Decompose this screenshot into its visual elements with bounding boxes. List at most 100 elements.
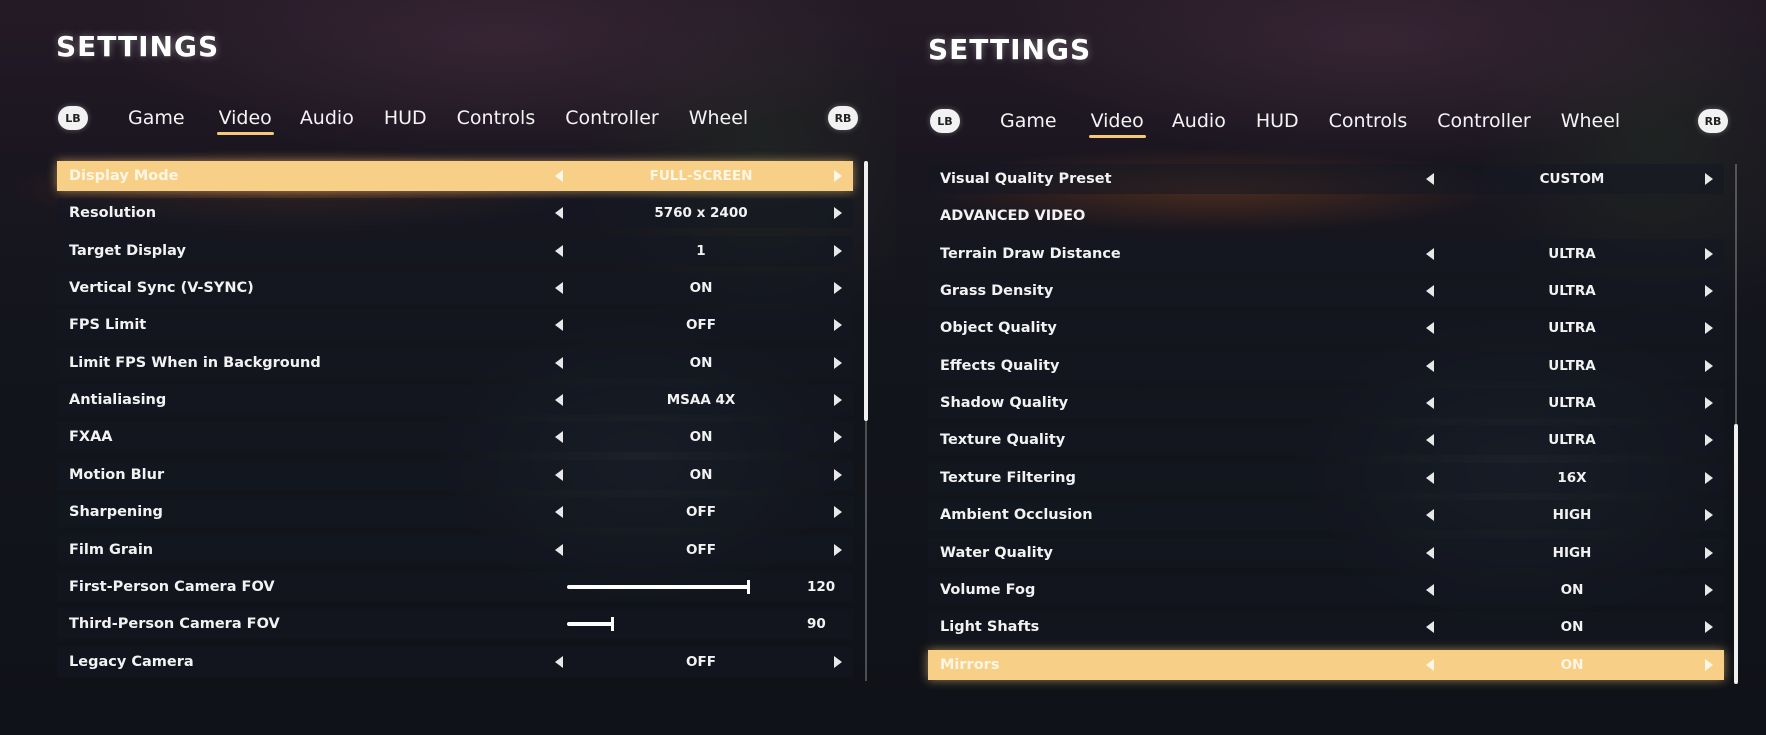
arrow-left-icon[interactable] [555,245,563,257]
scrollbar-thumb[interactable] [864,161,868,421]
arrow-left-icon[interactable] [1426,322,1434,334]
setting-row-texture-quality[interactable]: Texture Quality ULTRA [928,425,1724,455]
arrow-right-icon[interactable] [834,656,842,668]
tab-video[interactable]: Video [216,107,275,135]
arrow-right-icon[interactable] [834,282,842,294]
fov-slider-handle[interactable] [747,580,750,594]
arrow-left-icon[interactable] [1426,248,1434,260]
arrow-left-icon[interactable] [555,319,563,331]
setting-row-shadow-quality[interactable]: Shadow Quality ULTRA [928,388,1724,418]
arrow-left-icon[interactable] [555,357,563,369]
tab-hud[interactable]: HUD [1256,110,1299,132]
arrow-right-icon[interactable] [1705,584,1713,596]
arrow-right-icon[interactable] [1705,322,1713,334]
arrow-right-icon[interactable] [1705,547,1713,559]
tab-controller[interactable]: Controller [565,107,658,129]
setting-row-resolution[interactable]: Resolution 5760 x 2400 [57,198,853,228]
lb-bumper-icon[interactable]: LB [58,106,88,130]
arrow-left-icon[interactable] [1426,659,1434,671]
tab-controls[interactable]: Controls [457,107,536,129]
tab-controller[interactable]: Controller [1437,110,1530,132]
arrow-right-icon[interactable] [834,394,842,406]
arrow-left-icon[interactable] [1426,285,1434,297]
arrow-right-icon[interactable] [1705,472,1713,484]
fov-slider-track[interactable] [567,622,613,626]
tab-audio[interactable]: Audio [300,107,354,129]
arrow-right-icon[interactable] [1705,397,1713,409]
arrow-right-icon[interactable] [834,431,842,443]
arrow-left-icon[interactable] [1426,547,1434,559]
setting-row-target-display[interactable]: Target Display 1 [57,236,853,266]
setting-row-volume-fog[interactable]: Volume Fog ON [928,575,1724,605]
arrow-right-icon[interactable] [834,207,842,219]
arrow-right-icon[interactable] [1705,173,1713,185]
setting-row-fxaa[interactable]: FXAA ON [57,422,853,452]
arrow-left-icon[interactable] [555,506,563,518]
arrow-right-icon[interactable] [834,357,842,369]
arrow-right-icon[interactable] [834,506,842,518]
tab-audio[interactable]: Audio [1172,110,1226,132]
arrow-left-icon[interactable] [1426,509,1434,521]
setting-row-visual-quality-preset[interactable]: Visual Quality Preset CUSTOM [928,164,1724,194]
tab-video[interactable]: Video [1088,110,1147,138]
scrollbar[interactable] [1734,164,1738,684]
arrow-left-icon[interactable] [555,656,563,668]
arrow-right-icon[interactable] [1705,659,1713,671]
arrow-right-icon[interactable] [1705,360,1713,372]
setting-row-limit-fps-when-in-background[interactable]: Limit FPS When in Background ON [57,348,853,378]
tab-controls[interactable]: Controls [1329,110,1408,132]
setting-row-texture-filtering[interactable]: Texture Filtering 16X [928,463,1724,493]
fov-slider-handle[interactable] [611,617,614,631]
arrow-right-icon[interactable] [834,544,842,556]
setting-row-ambient-occlusion[interactable]: Ambient Occlusion HIGH [928,500,1724,530]
setting-row-mirrors[interactable]: Mirrors ON [928,650,1724,680]
setting-row-antialiasing[interactable]: Antialiasing MSAA 4X [57,385,853,415]
arrow-left-icon[interactable] [555,469,563,481]
tab-game[interactable]: Game [1000,110,1057,132]
arrow-right-icon[interactable] [1705,509,1713,521]
setting-row-third-person-camera-fov[interactable]: Third-Person Camera FOV 90 [57,609,853,639]
setting-row-object-quality[interactable]: Object Quality ULTRA [928,313,1724,343]
arrow-right-icon[interactable] [834,245,842,257]
tab-hud[interactable]: HUD [384,107,427,129]
arrow-left-icon[interactable] [555,282,563,294]
setting-row-motion-blur[interactable]: Motion Blur ON [57,460,853,490]
setting-row-water-quality[interactable]: Water Quality HIGH [928,538,1724,568]
arrow-right-icon[interactable] [1705,285,1713,297]
tab-wheel[interactable]: Wheel [1561,110,1621,132]
arrow-left-icon[interactable] [1426,397,1434,409]
setting-row-sharpening[interactable]: Sharpening OFF [57,497,853,527]
arrow-right-icon[interactable] [834,469,842,481]
arrow-left-icon[interactable] [555,170,563,182]
arrow-left-icon[interactable] [1426,173,1434,185]
setting-row-light-shafts[interactable]: Light Shafts ON [928,612,1724,642]
setting-row-effects-quality[interactable]: Effects Quality ULTRA [928,351,1724,381]
arrow-right-icon[interactable] [834,170,842,182]
arrow-left-icon[interactable] [1426,360,1434,372]
arrow-left-icon[interactable] [1426,621,1434,633]
lb-bumper-icon[interactable]: LB [930,109,960,133]
setting-row-vertical-sync-v-sync[interactable]: Vertical Sync (V-SYNC) ON [57,273,853,303]
setting-row-legacy-camera[interactable]: Legacy Camera OFF [57,647,853,677]
setting-row-first-person-camera-fov[interactable]: First-Person Camera FOV 120 [57,572,853,602]
fov-slider-track[interactable] [567,585,749,589]
rb-bumper-icon[interactable]: RB [1698,109,1728,133]
arrow-right-icon[interactable] [834,319,842,331]
arrow-left-icon[interactable] [555,431,563,443]
arrow-right-icon[interactable] [1705,621,1713,633]
arrow-left-icon[interactable] [555,544,563,556]
setting-row-film-grain[interactable]: Film Grain OFF [57,535,853,565]
setting-row-grass-density[interactable]: Grass Density ULTRA [928,276,1724,306]
arrow-left-icon[interactable] [1426,584,1434,596]
setting-row-fps-limit[interactable]: FPS Limit OFF [57,310,853,340]
tab-wheel[interactable]: Wheel [689,107,749,129]
arrow-right-icon[interactable] [1705,248,1713,260]
tab-game[interactable]: Game [128,107,185,129]
rb-bumper-icon[interactable]: RB [828,106,858,130]
setting-row-terrain-draw-distance[interactable]: Terrain Draw Distance ULTRA [928,239,1724,269]
arrow-left-icon[interactable] [555,394,563,406]
scrollbar-thumb[interactable] [1734,424,1738,684]
arrow-left-icon[interactable] [1426,434,1434,446]
arrow-right-icon[interactable] [1705,434,1713,446]
setting-row-display-mode[interactable]: Display Mode FULL-SCREEN [57,161,853,191]
